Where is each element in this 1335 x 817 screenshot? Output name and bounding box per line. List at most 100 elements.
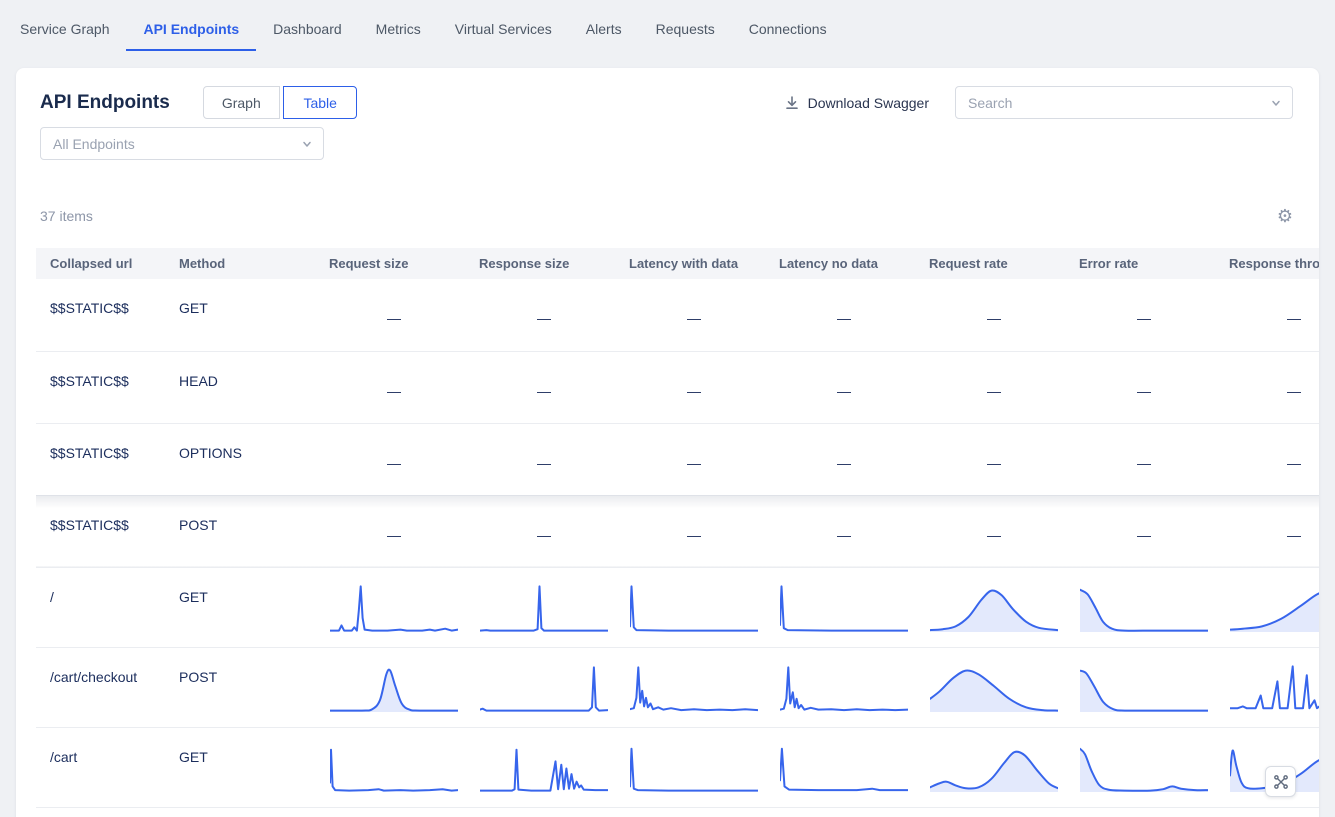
request-size-sparkline <box>330 661 458 715</box>
response-size-sparkline <box>480 581 608 635</box>
column-header-collapsed-url: Collapsed url <box>36 248 179 279</box>
table-body: $$STATIC$$GET———————$$STATIC$$HEAD——————… <box>36 279 1319 807</box>
endpoint-row[interactable]: $$STATIC$$OPTIONS — — — — — — — <box>36 423 1319 495</box>
api-endpoints-panel: API Endpoints Graph Table Download Swagg… <box>16 68 1319 817</box>
page-title: API Endpoints <box>40 92 170 114</box>
empty-metric: — <box>687 279 701 326</box>
search-box <box>955 86 1293 119</box>
nav-item-dashboard[interactable]: Dashboard <box>256 0 359 51</box>
empty-metric: — <box>987 496 1001 543</box>
empty-metric: — <box>387 496 401 543</box>
endpoint-url: $$STATIC$$ <box>50 424 179 461</box>
endpoint-row[interactable]: /cartGET <box>36 727 1319 807</box>
column-header-error-rate: Error rate <box>1069 248 1219 279</box>
empty-metric: — <box>687 424 701 471</box>
download-swagger-label: Download Swagger <box>808 95 929 111</box>
expand-arrows-icon <box>1273 774 1289 790</box>
empty-metric: — <box>537 279 551 326</box>
items-count: 37 items <box>40 208 93 224</box>
empty-metric: — <box>387 279 401 326</box>
nav-item-metrics[interactable]: Metrics <box>359 0 438 51</box>
endpoint-url: $$STATIC$$ <box>50 496 179 533</box>
table-header-row: Collapsed urlMethodRequest sizeResponse … <box>36 248 1319 279</box>
error-rate-sparkline <box>1080 741 1208 795</box>
expand-button[interactable] <box>1265 766 1296 797</box>
empty-metric: — <box>1137 496 1151 543</box>
request-rate-sparkline <box>930 741 1058 795</box>
chevron-down-icon <box>1270 97 1282 109</box>
empty-metric: — <box>837 496 851 543</box>
request-rate-sparkline <box>930 581 1058 635</box>
download-swagger-button[interactable]: Download Swagger <box>784 95 929 111</box>
nav-item-connections[interactable]: Connections <box>732 0 844 51</box>
empty-metric: — <box>537 424 551 471</box>
endpoint-method: HEAD <box>179 352 319 389</box>
endpoint-method: GET <box>179 568 319 605</box>
empty-metric: — <box>987 279 1001 326</box>
endpoint-row[interactable]: /GET <box>36 567 1319 647</box>
graph-view-button[interactable]: Graph <box>203 86 280 119</box>
empty-metric: — <box>837 424 851 471</box>
endpoint-url: /cart/checkout <box>50 648 179 685</box>
empty-metric: — <box>387 352 401 399</box>
latency-no-data-sparkline <box>780 581 908 635</box>
latency-with-data-sparkline <box>630 741 758 795</box>
download-icon <box>784 95 800 111</box>
endpoint-url: / <box>50 568 179 605</box>
endpoint-row[interactable]: /cart/checkoutPOST <box>36 647 1319 727</box>
column-header-response-throughput: Response throughput <box>1219 248 1319 279</box>
request-size-sparkline <box>330 581 458 635</box>
response-throughput-sparkline <box>1230 581 1319 635</box>
column-header-request-size: Request size <box>319 248 469 279</box>
empty-metric: — <box>1287 279 1301 326</box>
endpoint-method: OPTIONS <box>179 424 319 461</box>
endpoint-method: POST <box>179 496 319 533</box>
empty-metric: — <box>537 352 551 399</box>
error-rate-sparkline <box>1080 661 1208 715</box>
endpoint-url: $$STATIC$$ <box>50 279 179 316</box>
latency-no-data-sparkline <box>780 741 908 795</box>
empty-metric: — <box>1137 424 1151 471</box>
empty-metric: — <box>387 424 401 471</box>
endpoint-row[interactable]: $$STATIC$$POST — — — — — — — <box>36 495 1319 567</box>
endpoint-filter-value: All Endpoints <box>53 136 135 152</box>
response-size-sparkline <box>480 741 608 795</box>
gear-icon[interactable]: ⚙ <box>1277 207 1293 225</box>
column-header-request-rate: Request rate <box>919 248 1069 279</box>
column-header-latency-no-data: Latency no data <box>769 248 919 279</box>
nav-item-api-endpoints[interactable]: API Endpoints <box>126 0 256 51</box>
endpoint-filter-select[interactable]: All Endpoints <box>40 127 324 160</box>
endpoint-row[interactable]: $$STATIC$$HEAD——————— <box>36 351 1319 423</box>
nav-item-requests[interactable]: Requests <box>639 0 732 51</box>
empty-metric: — <box>687 352 701 399</box>
view-toggle: Graph Table <box>203 86 357 119</box>
table-view-button[interactable]: Table <box>283 86 357 119</box>
endpoint-method: POST <box>179 648 319 685</box>
top-nav: Service GraphAPI EndpointsDashboardMetri… <box>0 0 1335 56</box>
empty-metric: — <box>1287 352 1301 399</box>
empty-metric: — <box>987 424 1001 471</box>
nav-item-virtual-services[interactable]: Virtual Services <box>438 0 569 51</box>
chevron-down-icon <box>301 138 313 150</box>
nav-item-service-graph[interactable]: Service Graph <box>20 0 126 51</box>
endpoint-url: /cart <box>50 728 179 765</box>
empty-metric: — <box>837 279 851 326</box>
latency-no-data-sparkline <box>780 661 908 715</box>
endpoint-row[interactable]: $$STATIC$$GET——————— <box>36 279 1319 351</box>
endpoint-url: $$STATIC$$ <box>50 352 179 389</box>
empty-metric: — <box>1287 424 1301 471</box>
endpoint-method: GET <box>179 279 319 316</box>
empty-metric: — <box>987 352 1001 399</box>
empty-metric: — <box>1287 496 1301 543</box>
error-rate-sparkline <box>1080 581 1208 635</box>
search-input[interactable] <box>956 87 1292 118</box>
latency-with-data-sparkline <box>630 581 758 635</box>
column-header-latency-with-data: Latency with data <box>619 248 769 279</box>
response-throughput-sparkline <box>1230 661 1319 715</box>
nav-item-alerts[interactable]: Alerts <box>569 0 639 51</box>
column-header-method: Method <box>179 248 319 279</box>
empty-metric: — <box>687 496 701 543</box>
request-size-sparkline <box>330 741 458 795</box>
empty-metric: — <box>537 496 551 543</box>
column-header-response-size: Response size <box>469 248 619 279</box>
